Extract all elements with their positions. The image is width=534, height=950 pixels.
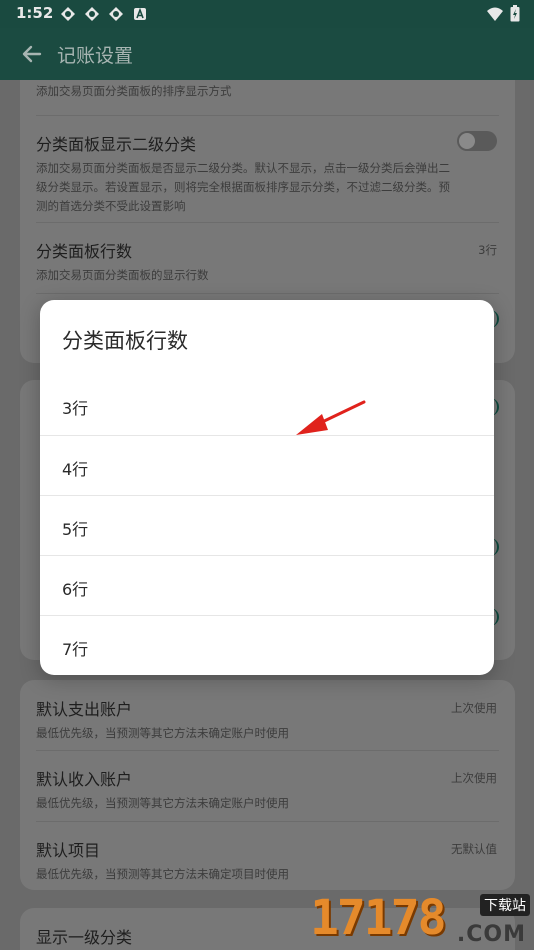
dialog-option[interactable]: 4行 xyxy=(40,435,494,495)
app-icon xyxy=(85,7,99,21)
settings-row-panel-rows[interactable]: 分类面板行数 3行 添加交易页面分类面板的显示行数 xyxy=(36,238,499,285)
row-value: 无默认值 xyxy=(451,842,497,856)
subcategory-toggle[interactable] xyxy=(457,131,497,151)
row-subtitle-line: 级分类显示。若设置显示，则将完全根据面板排序显示分类，不过滤二级分类。预 xyxy=(36,180,450,194)
divider xyxy=(36,821,499,822)
dialog-option[interactable]: 5行 xyxy=(40,495,494,555)
app-icon xyxy=(109,7,123,21)
row-title: 分类面板显示二级分类 xyxy=(36,135,197,154)
settings-row-default-income-account[interactable]: 默认收入账户 上次使用 最低优先级，当预测等其它方法未确定账户时使用 xyxy=(36,766,499,813)
settings-card: 默认支出账户 上次使用 最低优先级，当预测等其它方法未确定账户时使用 默认收入账… xyxy=(20,680,515,890)
dialog-title: 分类面板行数 xyxy=(62,329,188,353)
row-title: 默认项目 xyxy=(36,841,101,860)
dialog-option[interactable]: 7行 xyxy=(40,615,494,675)
option-label: 7行 xyxy=(62,640,89,659)
option-label: 3行 xyxy=(62,399,89,418)
dialog-option[interactable]: 6行 xyxy=(40,555,494,615)
watermark-number: 17178 xyxy=(310,890,446,946)
wifi-icon xyxy=(487,7,503,21)
status-bar: 1:52 xyxy=(0,0,534,28)
row-subtitle-line: 添加交易页面分类面板是否显示二级分类。默认不显示，点击一级分类后会弹出二 xyxy=(36,161,450,175)
row-subtitle: 最低优先级，当预测等其它方法未确定账户时使用 xyxy=(36,726,289,740)
app-bar: 记账设置 xyxy=(0,28,534,80)
option-label: 6行 xyxy=(62,580,89,599)
divider xyxy=(36,293,499,294)
rows-picker-dialog: 分类面板行数 3行 4行 5行 6行 7行 xyxy=(40,300,494,675)
divider xyxy=(36,750,499,751)
row-subtitle: 最低优先级，当预测等其它方法未确定账户时使用 xyxy=(36,796,289,810)
settings-row-show-subcategory[interactable]: 分类面板显示二级分类 添加交易页面分类面板是否显示二级分类。默认不显示，点击一级… xyxy=(36,131,499,216)
settings-row-default-expense-account[interactable]: 默认支出账户 上次使用 最低优先级，当预测等其它方法未确定账户时使用 xyxy=(36,696,499,743)
dialog-option[interactable]: 3行 xyxy=(40,375,494,435)
row-title: 默认支出账户 xyxy=(36,700,133,719)
option-label: 5行 xyxy=(62,520,89,539)
a-icon xyxy=(134,7,146,20)
settings-row-default-project[interactable]: 默认项目 无默认值 最低优先级，当预测等其它方法未确定项目时使用 xyxy=(36,837,499,884)
watermark-domain: .COM xyxy=(456,922,526,947)
row-subtitle: 添加交易页面分类面板的显示行数 xyxy=(36,268,209,282)
row-subtitle-line: 测的首选分类不受此设置影响 xyxy=(36,199,186,213)
back-arrow-icon[interactable] xyxy=(18,40,46,68)
divider xyxy=(36,115,499,116)
row-subtitle: 添加交易页面分类面板的排序显示方式 xyxy=(36,84,232,98)
row-value: 3行 xyxy=(478,243,497,257)
row-title: 分类面板行数 xyxy=(36,242,133,261)
divider xyxy=(36,222,499,223)
row-title: 默认收入账户 xyxy=(36,770,133,789)
watermark-logo: 17178 下载站 .COM xyxy=(310,888,534,950)
app-icon xyxy=(61,7,75,21)
option-label: 4行 xyxy=(62,460,89,479)
row-subtitle: 最低优先级，当预测等其它方法未确定项目时使用 xyxy=(36,867,289,881)
row-value: 上次使用 xyxy=(451,771,497,785)
status-time: 1:52 xyxy=(16,4,54,22)
row-value: 上次使用 xyxy=(451,701,497,715)
watermark-badge: 下载站 xyxy=(480,894,530,916)
page-title: 记账设置 xyxy=(57,45,134,67)
row-subtitle: 添加交易页面分类面板是否显示二级分类。默认不显示，点击一级分类后会弹出二 级分类… xyxy=(36,159,499,216)
battery-icon xyxy=(510,5,520,22)
settings-row-sort[interactable]: 添加交易页面分类面板的排序显示方式 xyxy=(36,82,499,101)
